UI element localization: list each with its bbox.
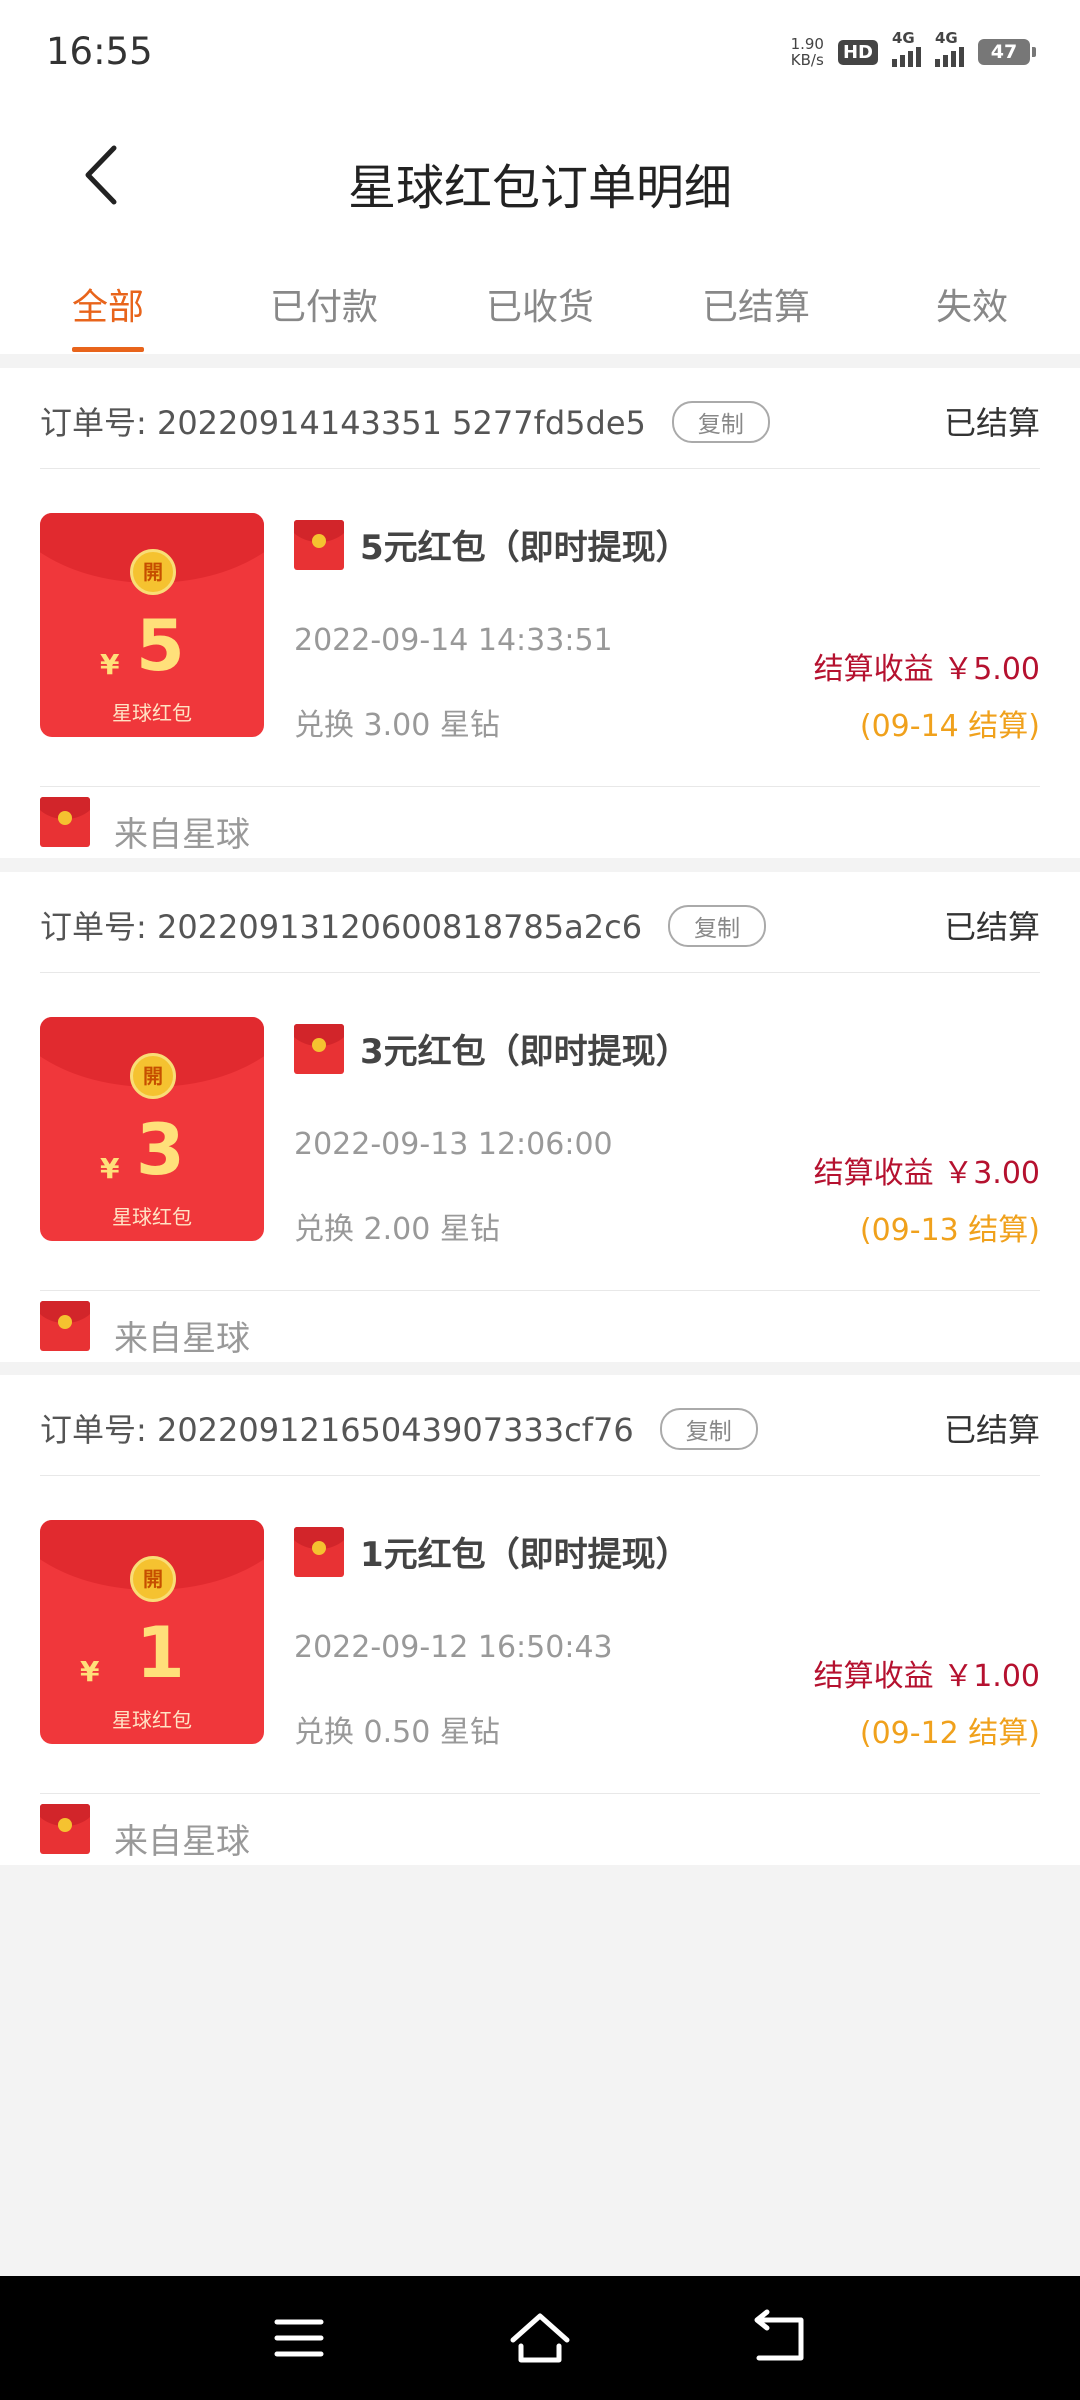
red-envelope-icon: [294, 1527, 344, 1577]
settlement-income: 结算收益 ￥3.00: [813, 1156, 1040, 1191]
network-type-label-2: 4G: [935, 29, 958, 47]
settlement-date: (09-13 结算): [859, 1213, 1040, 1248]
envelope-yen: ¥: [100, 648, 120, 681]
envelope-coin-icon: 開: [130, 1556, 176, 1602]
status-bar: 16:55 1.90 KB/s HD 4G 4G 47: [0, 0, 1080, 100]
source-text: 来自星球: [114, 1822, 250, 1862]
order-status: 已结算: [943, 1411, 1040, 1449]
tab-received[interactable]: 已收货: [460, 278, 620, 330]
settlement-income: 结算收益 ￥5.00: [813, 652, 1040, 687]
menu-icon: [274, 2319, 324, 2357]
copy-button[interactable]: 复制: [671, 401, 770, 443]
order-card[interactable]: 订单号: 20220912165043907333cf76 复制 已结算 開 ¥ …: [0, 1375, 1080, 1865]
battery-icon: 47: [978, 39, 1036, 65]
product-name: 5元红包（即时提现）: [360, 528, 690, 568]
envelope-label: 星球红包: [112, 701, 192, 725]
order-time: 2022-09-13 12:06:00: [294, 1127, 613, 1162]
order-number: 订单号: 20220914143351 5277fd5de5 复制: [40, 398, 770, 446]
hd-icon: HD: [837, 39, 878, 65]
envelope-coin-icon: 開: [130, 549, 176, 595]
page-header: 星球红包订单明细: [0, 100, 1080, 250]
signal-icon-2: 4G: [935, 29, 964, 67]
red-envelope-icon: [40, 797, 90, 847]
tab-bar: 全部 已付款 已收货 已结算 失效: [0, 250, 1080, 354]
envelope-yen: ¥: [100, 1152, 120, 1185]
copy-button[interactable]: 复制: [659, 1408, 758, 1450]
exchange-cost: 兑换 0.50 星钻: [294, 1715, 500, 1750]
order-status: 已结算: [943, 404, 1040, 442]
order-number: 订单号: 20220913120600818785a2c6 复制: [40, 902, 767, 950]
settlement-income: 结算收益 ￥1.00: [813, 1659, 1040, 1694]
menu-button[interactable]: [265, 2306, 335, 2370]
product-name: 3元红包（即时提现）: [360, 1032, 690, 1072]
order-header: 订单号: 20220913120600818785a2c6 复制 已结算: [40, 872, 1040, 973]
product-name: 1元红包（即时提现）: [360, 1535, 690, 1575]
envelope-label: 星球红包: [112, 1708, 192, 1732]
order-number-text: 订单号: 20220914143351 5277fd5de5: [40, 404, 646, 442]
order-number-text: 订单号: 20220913120600818785a2c6: [40, 908, 643, 946]
copy-button[interactable]: 复制: [668, 905, 767, 947]
home-icon: [510, 2313, 570, 2363]
envelope-amount: 3: [136, 1109, 185, 1191]
signal-icon: 4G: [892, 29, 921, 67]
red-envelope-image: 開 ¥ 5 星球红包: [40, 513, 264, 737]
net-speed: 1.90 KB/s: [791, 36, 824, 68]
network-type-label: 4G: [892, 29, 915, 47]
page-title: 星球红包订单明细: [347, 160, 732, 216]
source-text: 来自星球: [114, 815, 250, 855]
tab-invalid[interactable]: 失效: [892, 278, 1052, 330]
status-time: 16:55: [46, 30, 153, 73]
tab-paid[interactable]: 已付款: [244, 278, 404, 330]
source-row: 来自星球: [40, 1290, 1040, 1363]
home-button[interactable]: [505, 2306, 575, 2370]
source-text: 来自星球: [114, 1319, 250, 1359]
envelope-label: 星球红包: [112, 1205, 192, 1229]
order-number: 订单号: 20220912165043907333cf76 复制: [40, 1405, 758, 1453]
source-row: 来自星球: [40, 786, 1040, 859]
red-envelope-image: 開 ¥ 1 星球红包: [40, 1520, 264, 1744]
order-header: 订单号: 20220914143351 5277fd5de5 复制 已结算: [40, 368, 1040, 469]
net-speed-value: 1.90: [790, 35, 824, 53]
order-time: 2022-09-14 14:33:51: [294, 623, 613, 658]
red-envelope-image: 開 ¥ 3 星球红包: [40, 1017, 264, 1241]
order-number-text: 订单号: 20220912165043907333cf76: [40, 1411, 634, 1449]
net-speed-unit: KB/s: [790, 51, 824, 69]
envelope-amount: 5: [136, 605, 185, 687]
source-row: 来自星球: [40, 1793, 1040, 1866]
envelope-coin-icon: 開: [130, 1053, 176, 1099]
red-envelope-icon: [294, 520, 344, 570]
tab-settled[interactable]: 已结算: [676, 278, 836, 330]
envelope-amount: 1: [136, 1612, 185, 1694]
order-card[interactable]: 订单号: 20220913120600818785a2c6 复制 已结算 開 ¥ …: [0, 872, 1080, 1362]
system-nav-bar: [0, 2276, 1080, 2400]
order-card[interactable]: 订单号: 20220914143351 5277fd5de5 复制 已结算 開 ¥…: [0, 368, 1080, 858]
exchange-cost: 兑换 2.00 星钻: [294, 1212, 500, 1247]
settlement-date: (09-12 结算): [859, 1716, 1040, 1751]
settlement-date: (09-14 结算): [859, 709, 1040, 744]
status-icons: 1.90 KB/s HD 4G 4G 47: [791, 29, 1036, 74]
red-envelope-icon: [40, 1301, 90, 1351]
tab-active-indicator: [72, 347, 144, 352]
exchange-cost: 兑换 3.00 星钻: [294, 708, 500, 743]
order-status: 已结算: [943, 908, 1040, 946]
back-nav-button[interactable]: [745, 2306, 815, 2370]
red-envelope-icon: [294, 1024, 344, 1074]
order-time: 2022-09-12 16:50:43: [294, 1630, 613, 1665]
red-envelope-icon: [40, 1804, 90, 1854]
envelope-yen: ¥: [80, 1655, 100, 1688]
order-header: 订单号: 20220912165043907333cf76 复制 已结算: [40, 1375, 1040, 1476]
back-icon: [754, 2309, 804, 2361]
tab-all[interactable]: 全部: [28, 278, 188, 330]
